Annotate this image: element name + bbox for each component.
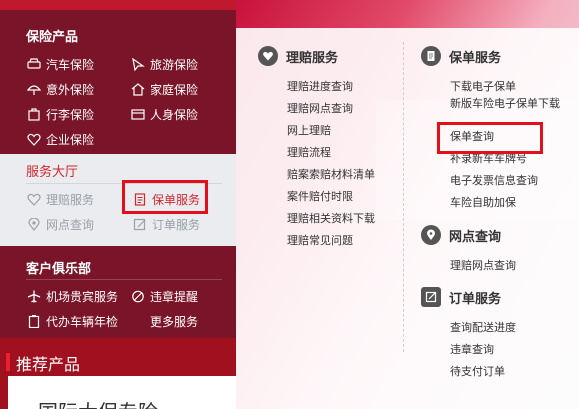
nav-item-car-insurance[interactable]: 汽车保险 [26, 56, 94, 73]
policy-link[interactable]: 补录新车车牌号 [450, 152, 527, 166]
shield-icon [26, 193, 42, 207]
outlets-header[interactable]: 网点查询 [421, 225, 501, 245]
club-item-label: 机场贵宾服务 [46, 290, 119, 304]
claims-link[interactable]: 理赔相关资料下载 [287, 212, 375, 226]
top-accent-bar [0, 0, 236, 10]
location-icon [421, 225, 441, 245]
nav-item-label: 旅游保险 [150, 58, 199, 72]
heart-icon [26, 133, 42, 147]
club-item-label: 违章提醒 [150, 290, 199, 304]
airplane-icon [26, 290, 42, 304]
policy-link[interactable]: 下载电子保单 [450, 80, 516, 94]
umbrella-icon [26, 83, 42, 97]
heart-icon [258, 46, 278, 66]
nav-item-label: 行李保险 [46, 108, 95, 122]
highlight-box-policy-query [437, 122, 543, 154]
nav-item-label: 企业保险 [46, 133, 95, 147]
club-section: 客户俱乐部 机场贵宾服务 违章提醒 代办车辆年检 更多服务 [0, 246, 236, 338]
nav-item-label: 汽车保险 [46, 58, 95, 72]
orders-link[interactable]: 查询配送进度 [450, 321, 516, 335]
clipboard-icon [26, 315, 42, 329]
claims-link[interactable]: 案件赔付时限 [287, 190, 353, 204]
recommend-card[interactable]: 国际大保专险 [8, 376, 236, 409]
car-icon [26, 58, 42, 72]
plane-icon [130, 58, 146, 72]
nav-item-home-insurance[interactable]: 家庭保险 [130, 81, 198, 98]
home-icon [130, 83, 146, 97]
divider [26, 279, 222, 280]
edit-icon [421, 287, 441, 307]
recommend-title: 推荐产品 [16, 355, 81, 374]
club-item-airport-vip[interactable]: 机场贵宾服务 [26, 288, 118, 305]
nav-item-luggage-insurance[interactable]: 行李保险 [26, 106, 94, 123]
nav-item-label: 人身保险 [150, 108, 199, 122]
forbidden-icon [130, 290, 146, 304]
nav-item-enterprise-insurance[interactable]: 企业保险 [26, 131, 94, 148]
policy-header[interactable]: 保单服务 [421, 46, 501, 66]
highlight-box-policy-service [122, 180, 208, 214]
edit-icon [132, 218, 148, 232]
policy-title: 保单服务 [449, 50, 502, 66]
recommend-section: 推荐产品 国际大保专险 [0, 338, 236, 409]
outlets-link[interactable]: 理赔网点查询 [450, 259, 516, 273]
claims-header[interactable]: 理赔服务 [258, 46, 338, 66]
section-accent-bar [6, 353, 10, 371]
claims-link[interactable]: 理赔进度查询 [287, 80, 353, 94]
nav-item-label: 意外保险 [46, 83, 95, 97]
claims-link[interactable]: 赔案索赔材料清单 [287, 168, 375, 182]
service-dropdown-panel: 理赔服务 理赔进度查询 理赔网点查询 网上理赔 理赔流程 赔案索赔材料清单 案件… [236, 28, 579, 409]
service-item-label: 订单服务 [152, 218, 201, 232]
nav-item-personal-insurance[interactable]: 人身保险 [130, 106, 198, 123]
nav-item-travel-insurance[interactable]: 旅游保险 [130, 56, 198, 73]
card-icon [130, 108, 146, 122]
service-item-label: 网点查询 [46, 218, 95, 232]
service-item-label: 理赔服务 [46, 193, 95, 207]
nav-item-accident-insurance[interactable]: 意外保险 [26, 81, 94, 98]
policy-link[interactable]: 电子发票信息查询 [450, 174, 538, 188]
club-item-vehicle-inspection[interactable]: 代办车辆年检 [26, 313, 118, 330]
claims-link[interactable]: 网上理赔 [287, 124, 331, 138]
column-divider [403, 42, 404, 352]
recommend-card-text: 国际大保专险 [38, 396, 158, 409]
claims-title: 理赔服务 [286, 50, 339, 66]
service-item-orders[interactable]: 订单服务 [132, 216, 200, 233]
nav-item-label: 家庭保险 [150, 83, 199, 97]
service-item-outlets[interactable]: 网点查询 [26, 216, 94, 233]
luggage-icon [26, 108, 42, 122]
policy-link[interactable]: 新版车险电子保单下载 [450, 97, 564, 111]
claims-link[interactable]: 理赔网点查询 [287, 102, 353, 116]
club-item-violation-reminder[interactable]: 违章提醒 [130, 288, 198, 305]
orders-header[interactable]: 订单服务 [421, 287, 501, 307]
policy-link[interactable]: 车险自助加保 [450, 196, 516, 210]
service-item-claims[interactable]: 理赔服务 [26, 191, 94, 208]
claims-link[interactable]: 理赔常见问题 [287, 234, 353, 248]
orders-link[interactable]: 违章查询 [450, 343, 494, 357]
orders-link[interactable]: 待支付订单 [450, 365, 505, 379]
service-hall-title[interactable]: 服务大厅 [26, 161, 78, 180]
claims-link[interactable]: 理赔流程 [287, 146, 331, 160]
document-icon [421, 46, 441, 66]
club-title: 客户俱乐部 [26, 262, 92, 277]
orders-title: 订单服务 [449, 291, 502, 307]
insurance-products-title: 保险产品 [26, 30, 79, 45]
location-icon [26, 218, 42, 232]
club-item-label: 代办车辆年检 [46, 315, 119, 329]
club-item-label: 更多服务 [150, 315, 199, 329]
club-item-more-services[interactable]: 更多服务 [150, 313, 198, 330]
outlets-title: 网点查询 [449, 229, 502, 245]
